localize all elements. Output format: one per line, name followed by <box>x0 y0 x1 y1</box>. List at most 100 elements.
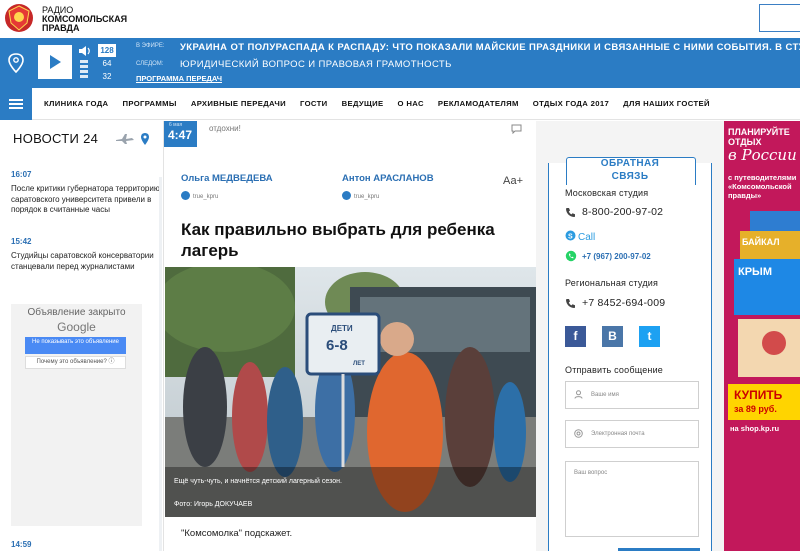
site-logo-text[interactable]: РАДИО КОМСОМОЛЬСКАЯ ПРАВДА <box>42 6 127 33</box>
comment-icon[interactable] <box>511 124 522 134</box>
author-telegram[interactable]: true_kpru <box>181 191 218 200</box>
nav-item-clinic[interactable]: КЛИНИКА ГОДА <box>44 99 108 108</box>
onair-title[interactable]: УКРАИНА ОТ ПОЛУРАСПАДА К РАСПАДУ: ЧТО ПО… <box>180 42 800 53</box>
location-icon[interactable] <box>141 133 149 145</box>
article-lead: "Комсомолка" подскажет. <box>181 528 293 539</box>
volume-level-bars[interactable] <box>80 60 90 82</box>
telegram-icon <box>342 191 351 200</box>
article-photo[interactable]: ДЕТИ 6-8 ЛЕТ Ещё чуть-чуть, и начнётся д… <box>165 267 536 517</box>
font-size-toggle[interactable]: Аа+ <box>503 175 523 187</box>
ad-closed-text: Объявление закрыто <box>27 307 126 318</box>
phone-icon <box>566 208 575 217</box>
ad-book-crimea: КРЫМ <box>738 266 772 278</box>
telegram-handle: true_kpru <box>354 194 380 200</box>
regional-phone[interactable]: +7 8452-694-009 <box>582 297 665 309</box>
nav-item-archive[interactable]: АРХИВНЫЕ ПЕРЕДАЧИ <box>191 99 286 108</box>
news-time: 16:07 <box>11 170 32 179</box>
telegram-handle: true_kpru <box>193 194 219 200</box>
at-icon <box>574 429 583 438</box>
play-button[interactable] <box>40 47 70 77</box>
radio-player-bar: 128 64 32 В ЭФИРЕ: УКРАИНА ОТ ПОЛУРАСПАД… <box>0 38 800 88</box>
sign-text-top: ДЕТИ <box>331 324 353 333</box>
program-schedule-link[interactable]: ПРОГРАММА ПЕРЕДАЧ <box>136 74 222 83</box>
vkontakte-button[interactable]: В <box>602 326 623 347</box>
nav-item-advertisers[interactable]: РЕКЛАМОДАТЕЛЯМ <box>438 99 519 108</box>
ad-book-baikal: БАЙКАЛ <box>742 237 780 247</box>
ad-closed-box: Объявление закрыто Google Не показывать … <box>11 304 142 526</box>
sign-text-ages: 6-8 <box>326 337 348 354</box>
news24-title[interactable]: НОВОСТИ 24 <box>13 131 98 146</box>
travel-guide-ad[interactable]: ПЛАНИРУЙТЕ ОТДЫХ в России с путеводителя… <box>724 121 800 551</box>
bitrate-selector: 128 64 32 <box>98 44 116 83</box>
nav-item-hosts[interactable]: ВЕДУЩИЕ <box>342 99 384 108</box>
ad-price: за 89 руб. <box>734 404 777 414</box>
sign-text-bottom: ЛЕТ <box>353 361 365 367</box>
send-message-label: Отправить сообщение <box>565 365 664 375</box>
location-pin-icon[interactable] <box>0 38 32 88</box>
nav-item-for-guests[interactable]: ДЛЯ НАШИХ ГОСТЕЙ <box>623 99 710 108</box>
ad-shop-link[interactable]: на shop.kp.ru <box>730 424 779 433</box>
user-icon <box>574 390 583 399</box>
onair-label: В ЭФИРЕ: <box>136 43 165 49</box>
next-title-row: ЮРИДИЧЕСКИЙ ВОПРОС И ПРАВОВАЯ ГРАМОТНОСТ… <box>136 59 786 70</box>
previous-article-snippet[interactable]: отдохни! <box>209 124 241 133</box>
author-name[interactable]: Ольга МЕДВЕДЕВА <box>181 173 273 184</box>
feedback-title-line2: СВЯЗЬ <box>611 171 649 182</box>
bitrate-option-32[interactable]: 32 <box>98 70 116 83</box>
twitter-button[interactable]: t <box>639 326 660 347</box>
photo-caption: Ещё чуть-чуть, и начнётся детский лагерн… <box>174 478 342 485</box>
regional-studio-label: Региональная студия <box>565 278 659 288</box>
whatsapp-number[interactable]: +7 (967) 200-97-02 <box>582 252 651 261</box>
feedback-title: ОБРАТНАЯ СВЯЗЬ <box>536 157 724 183</box>
bitrate-option-64[interactable]: 64 <box>98 57 116 70</box>
article-title: Как правильно выбрать для ребенка лагерь <box>181 220 495 260</box>
author-name[interactable]: Антон АРАСЛАНОВ <box>342 173 434 184</box>
nav-item-about[interactable]: О НАС <box>398 99 424 108</box>
next-title[interactable]: ЮРИДИЧЕСКИЙ ВОПРОС И ПРАВОВАЯ ГРАМОТНОСТ… <box>180 59 452 70</box>
ad-guides: с путеводителями «Комсомольской правды» <box>728 173 797 200</box>
email-field[interactable]: Электронная почта <box>565 420 699 448</box>
hamburger-menu-icon[interactable] <box>0 88 32 120</box>
why-this-ad-button[interactable]: Почему это объявление? ⓘ <box>25 356 126 369</box>
ad-buy-label: КУПИТЬ <box>734 388 783 402</box>
header-search-box[interactable] <box>759 4 800 32</box>
ad-headline: ПЛАНИРУЙТЕ ОТДЫХ <box>728 127 790 147</box>
nav-item-vacation[interactable]: ОТДЫХ ГОДА 2017 <box>533 99 609 108</box>
news-scrollbar[interactable] <box>159 177 162 551</box>
bitrate-option-128[interactable]: 128 <box>98 44 116 57</box>
article: 6 мая 4:47 отдохни! Ольга МЕДВЕДЕВА true… <box>163 121 536 551</box>
nav-item-programs[interactable]: ПРОГРАММЫ <box>122 99 176 108</box>
main-nav: КЛИНИКА ГОДА ПРОГРАММЫ АРХИВНЫЕ ПЕРЕДАЧИ… <box>0 88 800 120</box>
komsomol-emblem-logo[interactable] <box>4 3 34 33</box>
news-headline[interactable]: Студийцы саратовской консерватории станц… <box>11 251 161 272</box>
logo-line-3: ПРАВДА <box>42 23 80 33</box>
article-time-badge: 6 мая 4:47 <box>164 121 197 147</box>
facebook-button[interactable]: f <box>565 326 586 347</box>
feedback-title-line1: ОБРАТНАЯ <box>600 158 660 169</box>
nav-item-guests[interactable]: ГОСТИ <box>300 99 328 108</box>
ad-russia: в России <box>728 146 797 164</box>
volume-icon[interactable] <box>78 45 92 57</box>
nav-menu: КЛИНИКА ГОДА ПРОГРАММЫ АРХИВНЫЕ ПЕРЕДАЧИ… <box>44 99 724 108</box>
question-textarea[interactable]: Ваш вопрос <box>565 461 699 537</box>
article-time: 4:47 <box>168 128 193 142</box>
hide-ad-button[interactable]: Не показывать это объявление <box>25 337 126 354</box>
moscow-phone[interactable]: 8-800-200-97-02 <box>582 206 663 218</box>
email-placeholder: Электронная почта <box>591 431 645 437</box>
google-brand: Google <box>57 320 96 334</box>
telegram-icon <box>181 191 190 200</box>
name-field[interactable]: Ваше имя <box>565 381 699 409</box>
author-telegram[interactable]: true_kpru <box>342 191 379 200</box>
news-headline[interactable]: После критики губернатора территорию сар… <box>11 184 161 216</box>
feedback-panel: ОБРАТНАЯ СВЯЗЬ Московская студия 8-800-2… <box>536 121 724 551</box>
name-placeholder: Ваше имя <box>591 392 619 398</box>
whatsapp-icon[interactable] <box>565 250 577 262</box>
news-time: 15:42 <box>11 237 32 246</box>
phone-icon <box>566 299 575 308</box>
ad-buy-badge[interactable]: КУПИТЬ за 89 руб. <box>728 384 800 420</box>
skype-icon[interactable]: S <box>565 230 576 241</box>
news-time: 14:59 <box>11 540 32 549</box>
plane-icon[interactable] <box>116 134 134 144</box>
news-sidebar: НОВОСТИ 24 16:07 После критики губернато… <box>0 121 163 551</box>
skype-call-link[interactable]: Call <box>578 232 595 243</box>
